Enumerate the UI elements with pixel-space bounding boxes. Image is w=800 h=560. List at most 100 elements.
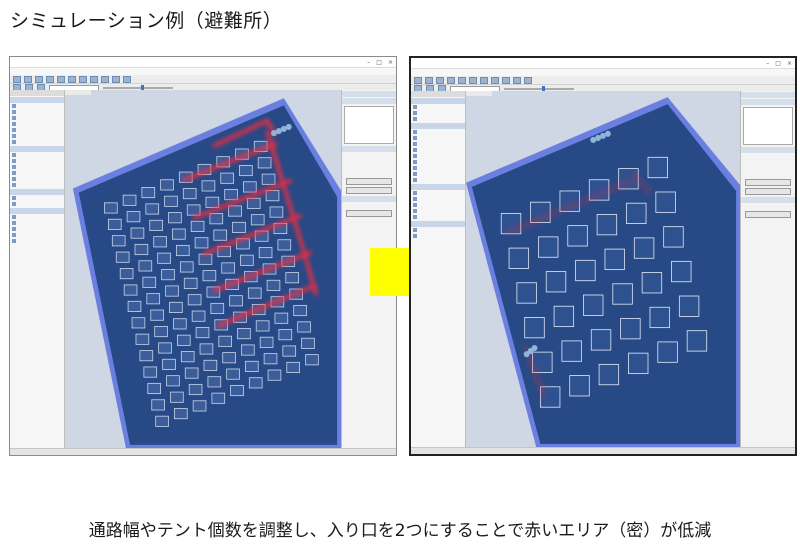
status-bar — [10, 448, 396, 455]
tent — [221, 262, 235, 274]
library-item[interactable] — [10, 139, 64, 145]
tent — [678, 295, 700, 317]
new-model-icon[interactable] — [414, 76, 422, 84]
3d-model-viewport[interactable] — [65, 90, 341, 449]
tent — [182, 188, 197, 200]
tools-icon[interactable] — [469, 76, 477, 84]
object-icon — [413, 117, 417, 121]
redo-icon[interactable] — [458, 76, 466, 84]
library-item[interactable] — [411, 177, 465, 183]
tent — [172, 228, 186, 240]
object-icon — [12, 233, 16, 237]
tent — [131, 317, 146, 329]
simulation-window-after: – □ × — [409, 56, 797, 456]
tent — [626, 202, 647, 225]
3d-model-viewport[interactable] — [466, 91, 740, 448]
capture-view-button[interactable] — [745, 211, 791, 218]
tree-icon[interactable] — [491, 76, 499, 84]
save-settings-button[interactable] — [745, 188, 791, 195]
minimize-icon[interactable]: – — [766, 60, 769, 67]
object-icon — [413, 228, 417, 232]
object-icon — [413, 148, 417, 152]
tent — [237, 328, 251, 340]
tent — [655, 191, 676, 213]
tent — [628, 352, 649, 374]
object-icon — [413, 215, 417, 219]
maximize-icon[interactable]: □ — [376, 59, 382, 66]
open-model-icon[interactable] — [425, 76, 433, 84]
maximize-icon[interactable]: □ — [775, 60, 781, 67]
capture-view-button[interactable] — [346, 210, 392, 217]
properties-section[interactable] — [741, 99, 795, 105]
library-item[interactable] — [411, 214, 465, 220]
redo-icon[interactable] — [57, 75, 65, 83]
script-icon[interactable] — [101, 75, 109, 83]
save-model-icon[interactable] — [436, 76, 444, 84]
tent — [187, 294, 202, 306]
close-icon[interactable]: × — [787, 60, 792, 67]
more-view-settings-button[interactable] — [346, 178, 392, 185]
excel-icon[interactable] — [480, 76, 488, 84]
object-icon — [413, 111, 417, 115]
tent — [671, 260, 692, 283]
property-row[interactable] — [342, 202, 396, 208]
new-model-icon[interactable] — [13, 75, 21, 83]
tent — [176, 334, 191, 346]
tent — [258, 247, 273, 259]
object-icon — [12, 202, 16, 206]
process-flow-icon[interactable] — [123, 75, 131, 83]
excel-icon[interactable] — [79, 75, 87, 83]
save-model-icon[interactable] — [35, 75, 43, 83]
tent — [139, 350, 154, 362]
tent — [130, 227, 145, 239]
undo-icon[interactable] — [46, 75, 54, 83]
model-tab[interactable] — [65, 90, 91, 95]
tent — [257, 157, 272, 169]
tent — [516, 282, 537, 304]
tent — [569, 375, 590, 397]
tent — [184, 367, 199, 379]
tent — [583, 294, 604, 316]
process-flow-icon[interactable] — [524, 76, 532, 84]
dashboards-icon[interactable] — [112, 75, 120, 83]
dashboards-icon[interactable] — [513, 76, 521, 84]
close-icon[interactable]: × — [388, 59, 393, 66]
tools-icon[interactable] — [68, 75, 76, 83]
tent — [146, 293, 161, 305]
run-speed-slider[interactable] — [103, 84, 173, 91]
library-item[interactable] — [10, 201, 64, 207]
object-icon — [12, 239, 16, 243]
library-item[interactable] — [411, 233, 465, 239]
model-tab[interactable] — [466, 91, 492, 96]
undo-icon[interactable] — [447, 76, 455, 84]
tent — [194, 237, 209, 249]
more-view-settings-button[interactable] — [745, 179, 791, 186]
tent — [155, 415, 169, 427]
property-row[interactable] — [741, 203, 795, 209]
library-item[interactable] — [10, 238, 64, 244]
object-icon — [12, 116, 16, 120]
tent — [170, 391, 184, 403]
property-row[interactable] — [342, 170, 396, 176]
object-icon — [12, 221, 16, 225]
open-model-icon[interactable] — [24, 75, 32, 83]
tent — [524, 317, 545, 339]
tent — [247, 287, 262, 299]
object-icon — [413, 154, 417, 158]
library-item[interactable] — [10, 182, 64, 188]
tree-icon[interactable] — [90, 75, 98, 83]
menu-bar — [411, 69, 795, 76]
library-item[interactable] — [411, 116, 465, 122]
property-row[interactable] — [741, 171, 795, 177]
tent — [604, 248, 625, 270]
tent — [191, 310, 206, 322]
minimize-icon[interactable]: – — [367, 59, 370, 66]
properties-section[interactable] — [342, 98, 396, 104]
tent — [278, 329, 293, 341]
tent — [596, 214, 618, 236]
save-settings-button[interactable] — [346, 187, 392, 194]
library-panel — [411, 91, 466, 448]
run-speed-slider[interactable] — [504, 85, 574, 92]
tent — [255, 320, 270, 332]
script-icon[interactable] — [502, 76, 510, 84]
